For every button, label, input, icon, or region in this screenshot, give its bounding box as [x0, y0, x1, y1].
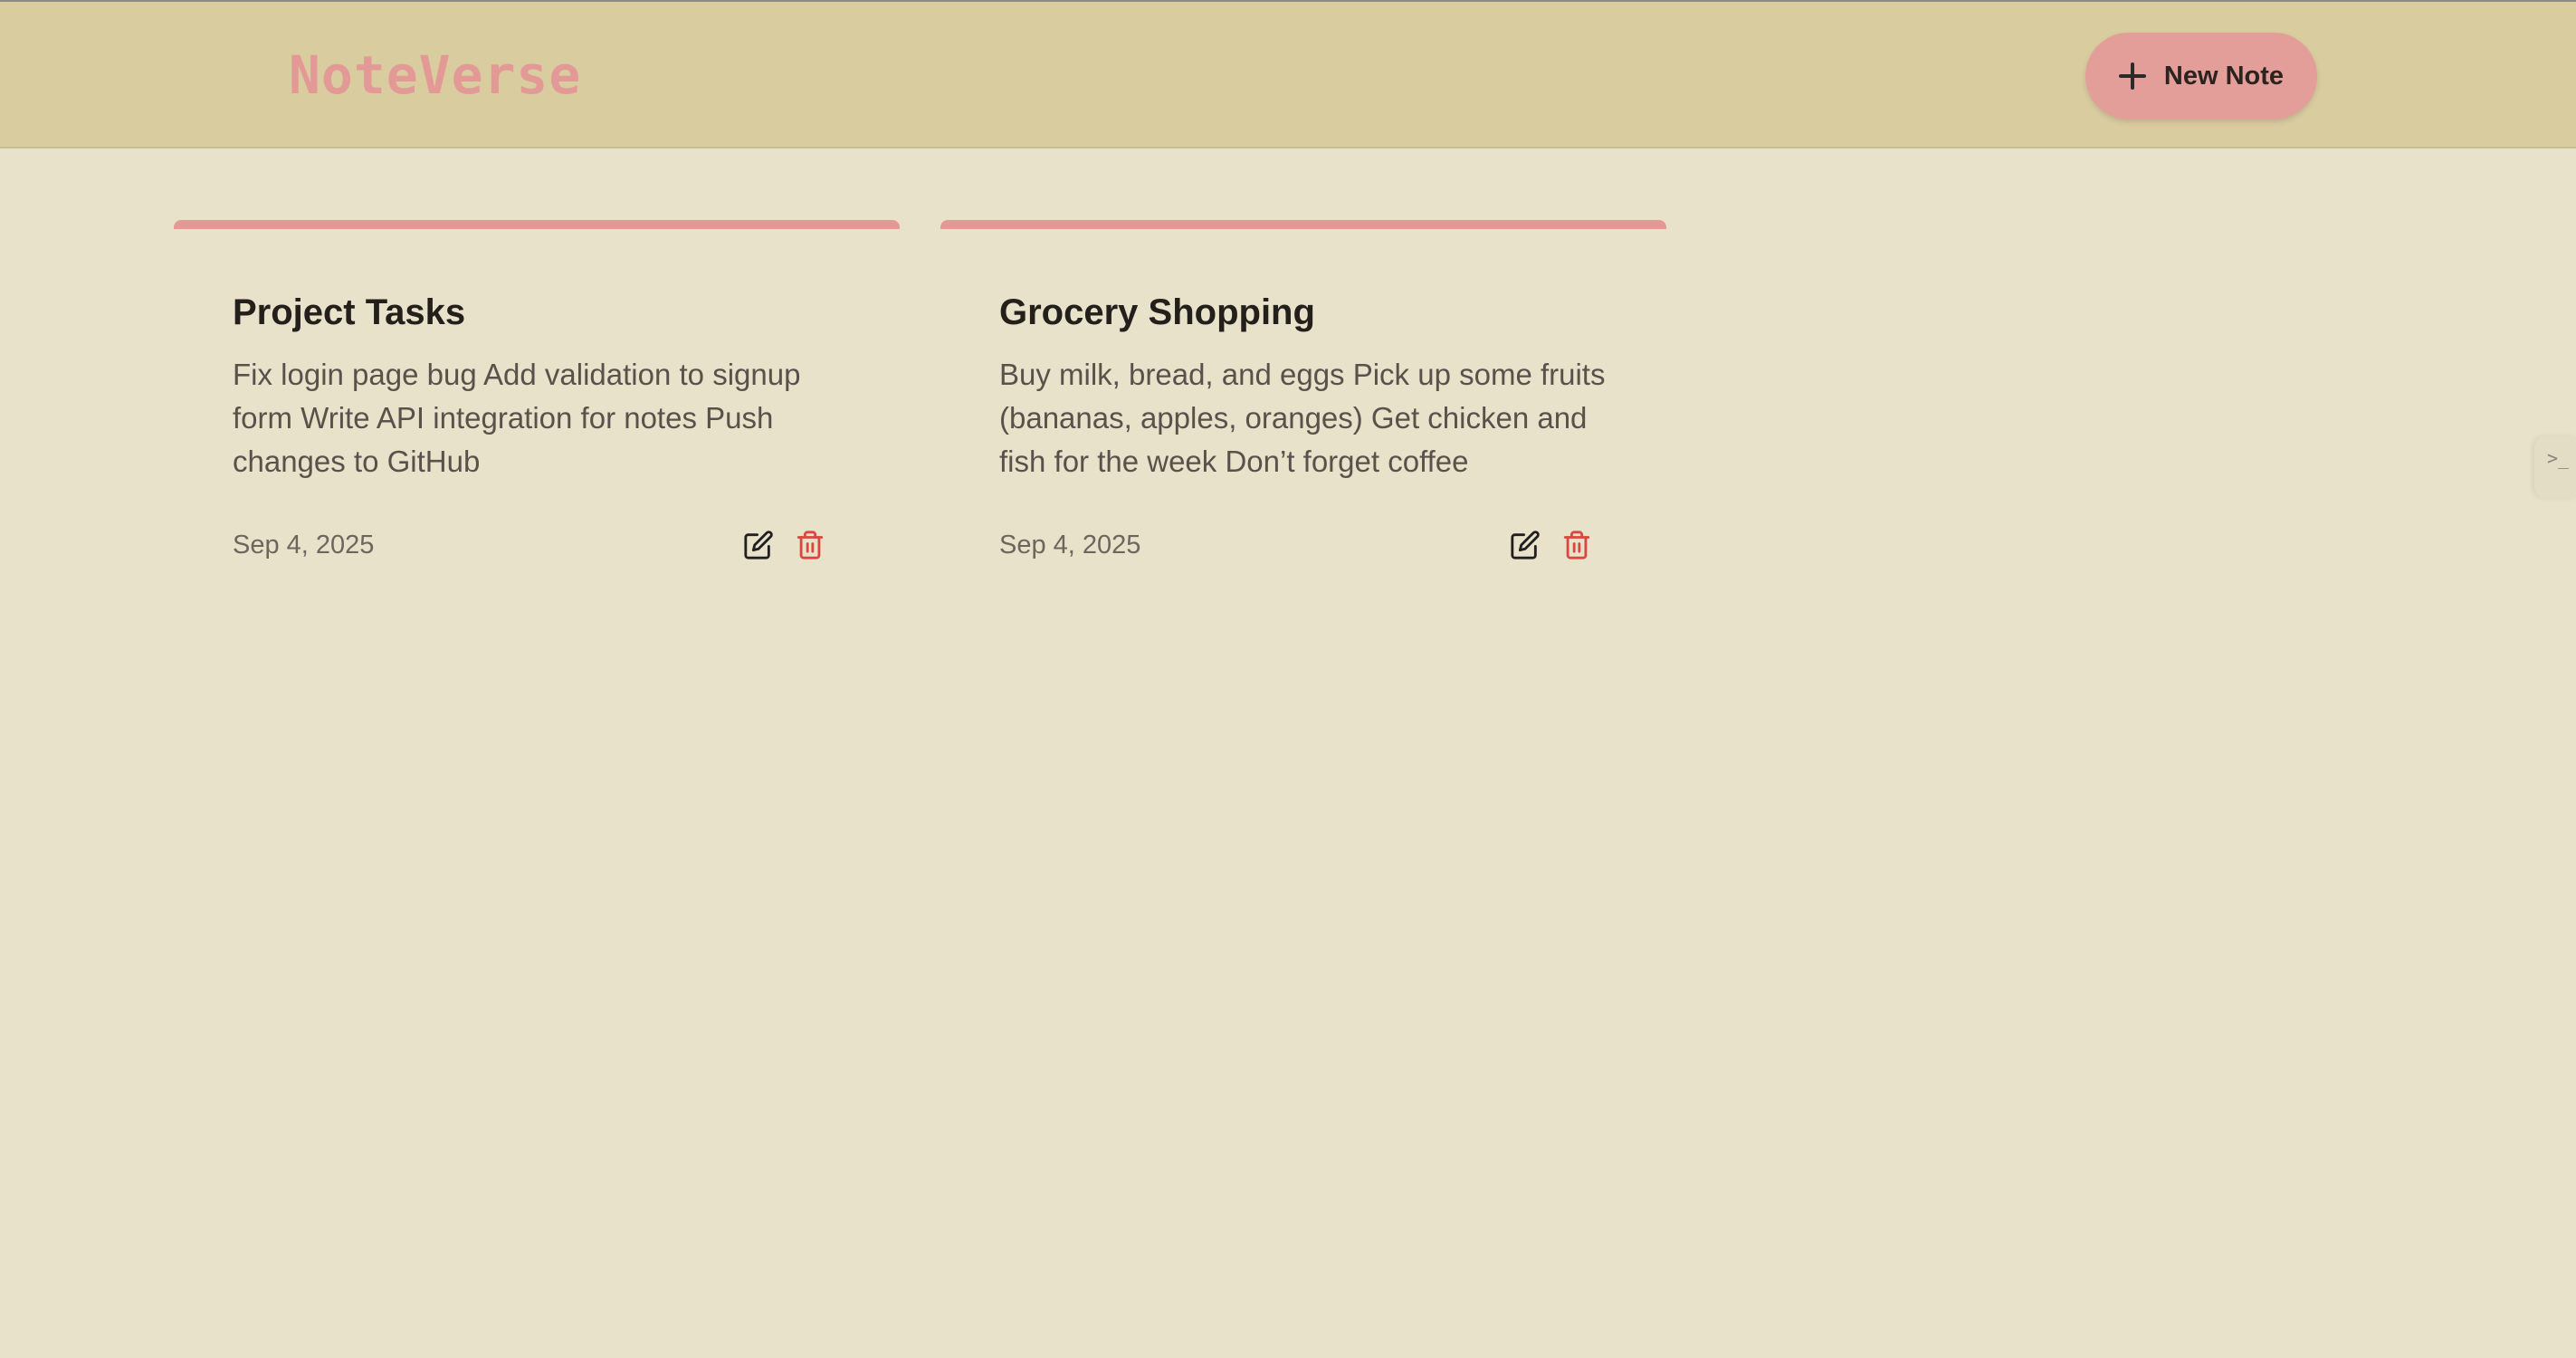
note-date: Sep 4, 2025 [999, 531, 1141, 559]
plus-icon [2118, 62, 2146, 90]
app-logo[interactable]: NoteVerse [289, 43, 581, 108]
new-note-label: New Note [2163, 61, 2285, 91]
note-card[interactable]: Project Tasks Fix login page bug Add val… [174, 220, 900, 600]
note-title: Grocery Shopping [999, 292, 1315, 332]
side-panel-handle[interactable]: >_ [2534, 436, 2576, 498]
note-date: Sep 4, 2025 [233, 531, 375, 559]
trash-icon[interactable] [795, 530, 825, 560]
edit-icon[interactable] [743, 530, 774, 560]
note-card-accent-bar [174, 220, 900, 229]
trash-icon[interactable] [1561, 530, 1592, 560]
app-header: NoteVerse New Note [0, 2, 2576, 148]
new-note-button[interactable]: New Note [2085, 33, 2317, 120]
edit-icon[interactable] [1510, 530, 1541, 560]
note-body: Buy milk, bread, and eggs Pick up some f… [999, 358, 1606, 478]
note-title: Project Tasks [233, 292, 466, 332]
note-card[interactable]: Grocery Shopping Buy milk, bread, and eg… [940, 220, 1666, 600]
note-body: Fix login page bug Add validation to sig… [233, 358, 801, 478]
note-card-accent-bar [940, 220, 1666, 229]
terminal-icon: >_ [2547, 447, 2570, 469]
